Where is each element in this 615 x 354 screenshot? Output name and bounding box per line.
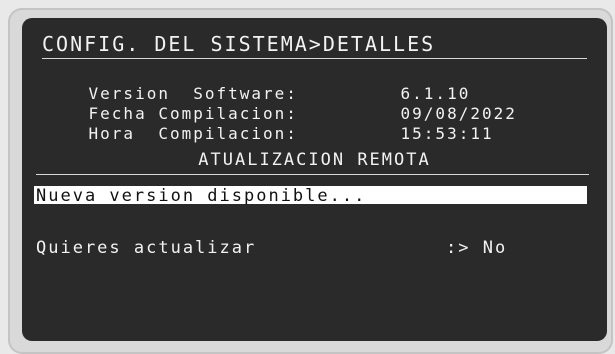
section-title: ATUALIZACION REMOTA	[198, 150, 431, 170]
answer-value[interactable]: No	[483, 238, 507, 258]
update-banner-text: Nueva version disponible...	[36, 186, 367, 206]
update-answer-selector[interactable]: :> No	[446, 240, 507, 257]
section-divider	[36, 174, 589, 175]
info-label: Hora Compilacion:	[88, 124, 298, 143]
info-value: 15:53:11	[400, 124, 494, 143]
answer-prefix: :>	[446, 238, 471, 258]
title-divider	[42, 58, 587, 59]
screen-title: CONFIG. DEL SISTEMA>DETALLES	[42, 32, 436, 56]
lcd-screen: CONFIG. DEL SISTEMA>DETALLES Version Sof…	[22, 18, 607, 341]
update-question: Quieres actualizar	[36, 238, 257, 258]
